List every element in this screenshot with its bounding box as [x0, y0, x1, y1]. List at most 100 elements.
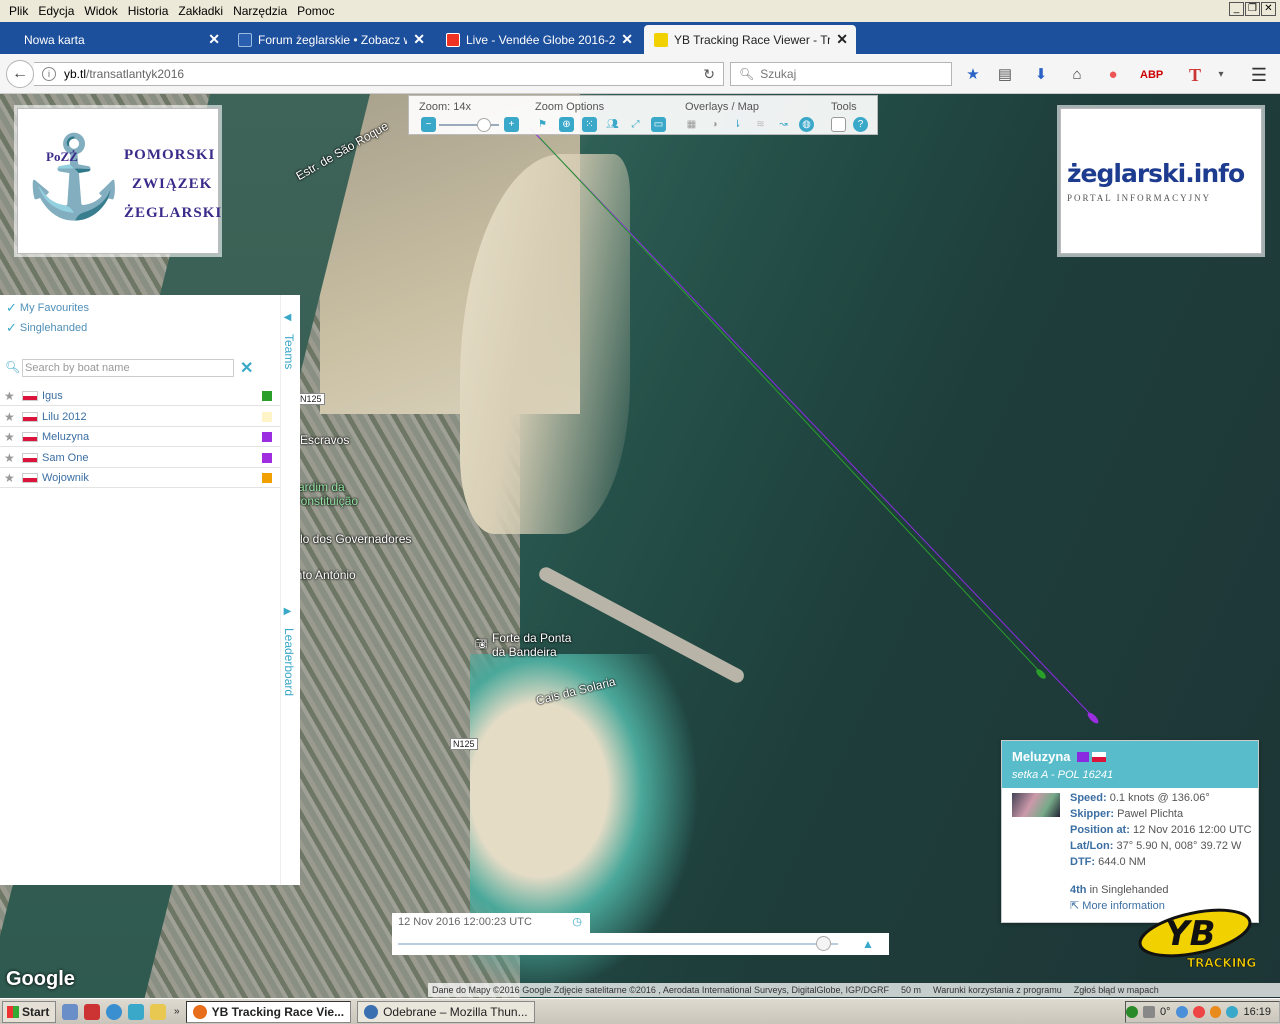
daynight-icon[interactable]: ◑: [707, 117, 722, 132]
adblock-icon[interactable]: ABP: [1140, 67, 1163, 83]
network-tray-icon[interactable]: [1143, 1006, 1155, 1018]
maximize-button[interactable]: ❐: [1245, 2, 1260, 16]
boat-color-swatch[interactable]: [262, 452, 272, 463]
menu-plik[interactable]: Plik: [4, 4, 33, 18]
close-tab-icon[interactable]: ✕: [836, 31, 848, 48]
zoom-out-icon[interactable]: −: [421, 117, 436, 132]
tab-yb-tracking[interactable]: YB Tracking Race Viewer - Tra... ✕: [644, 25, 856, 54]
bookmark-star-icon[interactable]: ★: [964, 67, 982, 83]
minimize-button[interactable]: _: [1229, 2, 1244, 16]
globe-icon[interactable]: ◍: [799, 117, 814, 132]
expand-arrow-icon[interactable]: ▶: [282, 606, 293, 617]
boat-color-swatch[interactable]: [262, 411, 272, 422]
collapse-arrow-icon[interactable]: ◀: [282, 312, 293, 323]
start-button[interactable]: Start: [2, 1000, 56, 1023]
terms-link[interactable]: Warunki korzystania z programu: [933, 985, 1062, 995]
search-field[interactable]: 🔍︎ Szukaj: [730, 62, 952, 86]
favourite-star-icon[interactable]: ★: [4, 389, 18, 403]
panel-toggle-icon[interactable]: ▭: [651, 117, 666, 132]
tab-vendee[interactable]: Live - Vendée Globe 2016-2017 ✕: [436, 25, 641, 54]
tab-new[interactable]: Nowa karta ✕: [0, 25, 228, 54]
wind-barb-icon[interactable]: ⇂: [730, 117, 745, 132]
quicklaunch-thunderbird-icon[interactable]: [106, 1003, 122, 1020]
favourite-star-icon[interactable]: ★: [4, 430, 18, 444]
zoom-in-icon[interactable]: +: [504, 117, 519, 132]
waves-icon[interactable]: ≋: [753, 117, 768, 132]
close-tab-icon[interactable]: ✕: [208, 31, 220, 48]
quicklaunch-folder-icon[interactable]: [150, 1003, 166, 1020]
menu-historia[interactable]: Historia: [123, 4, 174, 18]
camera-pin-icon[interactable]: 📷︎: [475, 639, 488, 650]
site-info-icon[interactable]: i: [42, 67, 56, 81]
menu-pomoc[interactable]: Pomoc: [292, 4, 339, 18]
boat-color-swatch[interactable]: [262, 431, 272, 442]
quicklaunch-bug-icon[interactable]: [84, 1003, 100, 1020]
task-firefox[interactable]: YB Tracking Race Vie...: [185, 1000, 352, 1023]
menu-widok[interactable]: Widok: [79, 4, 122, 18]
dropdown-chevron-icon[interactable]: ▾: [1212, 67, 1230, 83]
timeline-knob[interactable]: [816, 936, 831, 951]
quicklaunch-app-icon[interactable]: [128, 1003, 144, 1020]
tab-leaderboard[interactable]: Leaderboard: [282, 628, 296, 696]
reload-icon[interactable]: ↻: [703, 66, 715, 83]
close-tab-icon[interactable]: ✕: [621, 31, 633, 48]
boat-row-meluzyna[interactable]: ★ Meluzyna: [0, 427, 280, 447]
grid-overlay-icon[interactable]: ▦: [684, 117, 699, 132]
task-thunderbird[interactable]: Odebrane – Mozilla Thun...: [357, 1000, 535, 1023]
boat-row-lilu[interactable]: ★ Lilu 2012: [0, 407, 280, 427]
menu-edycja[interactable]: Edycja: [33, 4, 79, 18]
favourite-star-icon[interactable]: ★: [4, 471, 18, 485]
duckduckgo-icon[interactable]: ●: [1104, 67, 1122, 83]
report-error-link[interactable]: Zgłoś błąd w mapach: [1074, 985, 1159, 995]
weather-tray-icon[interactable]: [1175, 1006, 1188, 1018]
zeglarski-info-logo[interactable]: żeglarski.info PORTAL INFORMACYJNY: [1060, 108, 1262, 254]
bookmarks-list-icon[interactable]: ▤: [996, 67, 1014, 83]
route-icon[interactable]: ↝: [776, 117, 791, 132]
igus-boat-marker[interactable]: [1035, 668, 1048, 681]
zoom-fleet-icon[interactable]: ⊕: [559, 117, 574, 132]
url-bar[interactable]: i yb.tl/transatlantyk2016 ↻: [34, 62, 724, 86]
favourite-star-icon[interactable]: ★: [4, 410, 18, 424]
hamburger-menu-icon[interactable]: ☰: [1250, 66, 1268, 84]
group-icon[interactable]: 👥︎: [605, 117, 620, 132]
meluzyna-boat-marker[interactable]: [1086, 711, 1100, 725]
update-tray-icon[interactable]: [1226, 1006, 1239, 1018]
clear-search-icon[interactable]: ✕: [240, 358, 253, 378]
boat-color-swatch[interactable]: [262, 472, 272, 483]
quicklaunch-more-icon[interactable]: »: [174, 1006, 180, 1017]
menu-narzedzia[interactable]: Narzędzia: [228, 4, 292, 18]
timeline-slider[interactable]: ▲: [392, 933, 889, 955]
firefox-tray-icon[interactable]: [1209, 1006, 1222, 1018]
zoom-fit-icon[interactable]: ⁙: [582, 117, 597, 132]
tab-forum[interactable]: Forum żeglarskie • Zobacz wą... ✕: [228, 25, 433, 54]
tab-label: Live - Vendée Globe 2016-2017: [466, 32, 616, 47]
filter-my-favourites[interactable]: ✓ My Favourites: [6, 300, 89, 316]
flag-zoom-icon[interactable]: ⚑: [535, 117, 550, 132]
timeline-track[interactable]: [398, 943, 838, 945]
home-icon[interactable]: ⌂: [1068, 67, 1086, 83]
close-tab-icon[interactable]: ✕: [413, 31, 425, 48]
zoom-slider-knob[interactable]: [477, 118, 491, 132]
boat-color-swatch[interactable]: [262, 390, 272, 401]
quicklaunch-desktop-icon[interactable]: [62, 1003, 78, 1020]
boat-row-sam-one[interactable]: ★ Sam One: [0, 448, 280, 468]
boat-row-wojownik[interactable]: ★ Wojownik: [0, 468, 280, 488]
fullscreen-icon[interactable]: ⤢: [628, 117, 643, 132]
back-button[interactable]: ←: [6, 60, 34, 88]
menu-zakladki[interactable]: Zakładki: [173, 4, 228, 18]
translate-icon[interactable]: T: [1186, 66, 1204, 84]
filter-singlehanded[interactable]: ✓ Singlehanded: [6, 320, 87, 336]
google-logo: Google: [6, 968, 75, 990]
download-icon[interactable]: ⬇: [1032, 67, 1050, 83]
tab-teams[interactable]: Teams: [282, 334, 296, 369]
help-icon[interactable]: ?: [853, 117, 868, 132]
close-window-button[interactable]: ✕: [1261, 2, 1276, 16]
boat-row-igus[interactable]: ★ Igus: [0, 386, 280, 406]
clock-icon[interactable]: ◷: [572, 915, 582, 928]
checkbox-tool-icon[interactable]: [831, 117, 846, 132]
antivirus-tray-icon[interactable]: [1126, 1006, 1139, 1018]
timeline-toggle-icon[interactable]: ▲: [862, 937, 874, 951]
app-tray-icon[interactable]: [1192, 1006, 1205, 1018]
favourite-star-icon[interactable]: ★: [4, 451, 18, 465]
boat-search-input[interactable]: Search by boat name: [22, 359, 234, 377]
